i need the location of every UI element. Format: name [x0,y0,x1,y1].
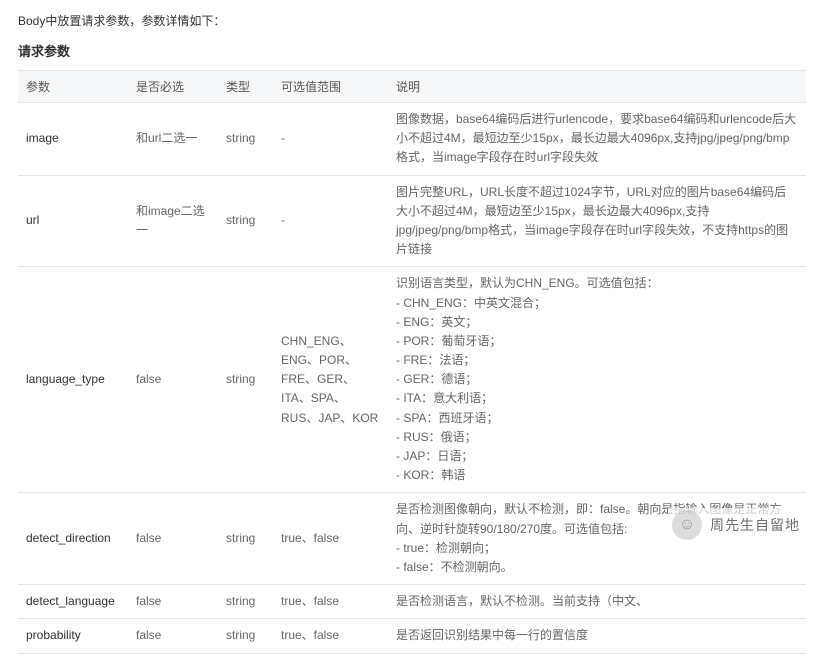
cell-required: false [128,619,218,653]
desc-line: - CHN_ENG：中英文混合； [396,294,798,313]
cell-type: string [218,175,273,267]
cell-range: - [273,103,388,176]
header-desc: 说明 [388,71,806,103]
desc-line: - RUS：俄语； [396,428,798,447]
desc-line: - JAP：日语； [396,447,798,466]
cell-required: false [128,585,218,619]
header-type: 类型 [218,71,273,103]
desc-line: - SPA：西班牙语； [396,409,798,428]
cell-param: image [18,103,128,176]
cell-param: detect_language [18,585,128,619]
cell-range: CHN_ENG、ENG、POR、FRE、GER、ITA、SPA、RUS、JAP、… [273,267,388,493]
params-table: 参数 是否必选 类型 可选值范围 说明 image和url二选一string-图… [18,70,806,654]
watermark-text: 周先生自留地 [710,515,800,535]
cell-param: detect_direction [18,493,128,585]
cell-required: 和url二选一 [128,103,218,176]
table-row: image和url二选一string-图像数据，base64编码后进行urlen… [18,103,806,176]
desc-line: - false：不检测朝向。 [396,558,798,577]
header-param: 参数 [18,71,128,103]
desc-line: - ITA：意大利语； [396,389,798,408]
cell-desc: 识别语言类型，默认为CHN_ENG。可选值包括：- CHN_ENG：中英文混合；… [388,267,806,493]
header-required: 是否必选 [128,71,218,103]
desc-line: - ENG：英文； [396,313,798,332]
cell-required: false [128,267,218,493]
cell-type: string [218,493,273,585]
cell-desc: 图片完整URL，URL长度不超过1024字节，URL对应的图片base64编码后… [388,175,806,267]
section-title: 请求参数 [18,41,806,60]
cell-range: true、false [273,585,388,619]
cell-range: true、false [273,493,388,585]
cell-type: string [218,585,273,619]
cell-range: true、false [273,619,388,653]
table-row: detect_languagefalsestringtrue、false 是否检测… [18,585,806,619]
cell-desc: 是否检测语言，默认不检测。当前支持（中文、 [388,585,806,619]
cell-range: - [273,175,388,267]
cell-type: string [218,619,273,653]
cell-type: string [218,267,273,493]
table-row: probabilityfalsestringtrue、false 是否返回识别结果… [18,619,806,653]
cell-required: 和image二选一 [128,175,218,267]
table-row: language_typefalsestringCHN_ENG、ENG、POR、… [18,267,806,493]
desc-line: 是否返回识别结果中每一行的置信度 [396,626,798,645]
watermark: ☺ 周先生自留地 [668,508,804,542]
cell-param: url [18,175,128,267]
desc-line: - GER：德语； [396,370,798,389]
table-header-row: 参数 是否必选 类型 可选值范围 说明 [18,71,806,103]
wechat-icon: ☺ [672,510,702,540]
table-row: url和image二选一string-图片完整URL，URL长度不超过1024字… [18,175,806,267]
header-range: 可选值范围 [273,71,388,103]
cell-param: probability [18,619,128,653]
desc-line: - KOR：韩语 [396,466,798,485]
desc-line: 图片完整URL，URL长度不超过1024字节，URL对应的图片base64编码后… [396,183,798,260]
desc-line: - FRE：法语； [396,351,798,370]
cell-desc: 图像数据，base64编码后进行urlencode，要求base64编码和url… [388,103,806,176]
desc-line: - POR：葡萄牙语； [396,332,798,351]
cell-desc: 是否返回识别结果中每一行的置信度 [388,619,806,653]
intro-text: Body中放置请求参数，参数详情如下： [18,12,806,29]
desc-line: 是否检测语言，默认不检测。当前支持（中文、 [396,592,798,611]
cell-type: string [218,103,273,176]
desc-line: 识别语言类型，默认为CHN_ENG。可选值包括： [396,274,798,293]
cell-param: language_type [18,267,128,493]
cell-required: false [128,493,218,585]
desc-line: 图像数据，base64编码后进行urlencode，要求base64编码和url… [396,110,798,168]
